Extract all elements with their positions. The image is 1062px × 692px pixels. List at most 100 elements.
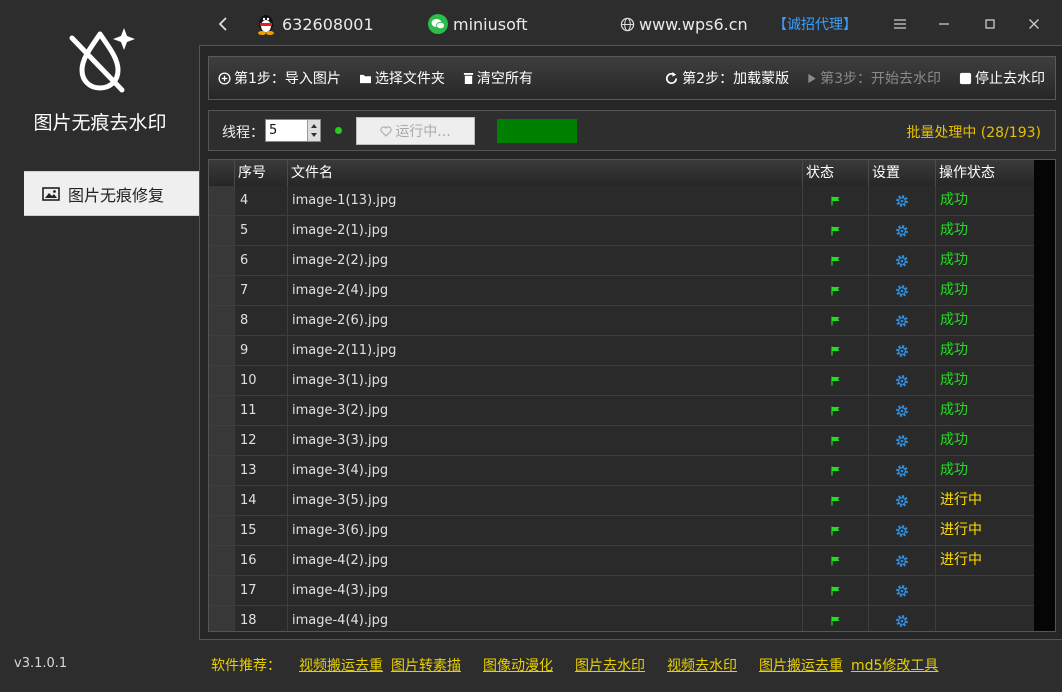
row-settings-button[interactable] [869,606,936,631]
gear-icon [896,584,908,597]
column-header-op-status[interactable]: 操作状态 [936,160,1036,186]
flag-icon [831,376,840,385]
start-remove-label: 第3步：开始去水印 [820,71,941,87]
row-filename: image-2(2).jpg [288,246,803,275]
thread-count-stepper[interactable]: 5 [265,119,321,142]
row-selector[interactable] [209,516,235,545]
row-selector[interactable] [209,396,235,425]
table-row[interactable]: 17 image-4(3).jpg [209,576,1036,606]
row-selector[interactable] [209,456,235,485]
qq-contact[interactable]: 632608001 [256,12,374,36]
wechat-contact[interactable]: miniusoft [428,12,528,36]
row-selector[interactable] [209,546,235,575]
row-selector[interactable] [209,576,235,605]
table-row[interactable]: 11 image-3(2).jpg 成功 [209,396,1036,426]
table-row[interactable]: 7 image-2(4).jpg 成功 [209,276,1036,306]
sidebar-item-image-repair[interactable]: 图片无痕修复 [24,171,201,216]
website-link[interactable]: www.wps6.cn [620,12,748,36]
select-folder-button[interactable]: 选择文件夹 [359,68,445,88]
row-settings-button[interactable] [869,246,936,275]
column-header-settings[interactable]: 设置 [869,160,936,186]
menu-button[interactable] [893,12,907,36]
close-button[interactable] [1028,12,1040,36]
row-op-status: 成功 [940,192,968,208]
stop-remove-button[interactable]: 停止去水印 [959,68,1045,88]
recommend-link-anime[interactable]: 图像动漫化 [483,655,553,675]
row-op-status: 成功 [940,222,968,238]
row-selector[interactable] [209,216,235,245]
table-row[interactable]: 8 image-2(6).jpg 成功 [209,306,1036,336]
flag-icon [831,556,840,565]
row-settings-button[interactable] [869,516,936,545]
row-selector[interactable] [209,186,235,215]
row-settings-button[interactable] [869,426,936,455]
import-images-button[interactable]: 第1步：导入图片 [218,68,341,88]
row-selector[interactable] [209,246,235,275]
maximize-button[interactable] [984,12,996,36]
gear-icon [896,284,908,297]
running-button[interactable]: 运行中... [356,117,475,145]
recommend-link-image-watermark[interactable]: 图片去水印 [575,655,645,675]
table-row[interactable]: 6 image-2(2).jpg 成功 [209,246,1036,276]
table-row[interactable]: 10 image-3(1).jpg 成功 [209,366,1036,396]
row-settings-button[interactable] [869,366,936,395]
row-number: 16 [235,546,288,575]
row-selector[interactable] [209,486,235,515]
table-row[interactable]: 18 image-4(4).jpg [209,606,1036,631]
table-row[interactable]: 5 image-2(1).jpg 成功 [209,216,1036,246]
load-mask-button[interactable]: 第2步：加载蒙版 [664,68,789,88]
stepper-arrows[interactable] [307,120,320,141]
running-indicator-dot [335,127,342,134]
table-row[interactable]: 12 image-3(3).jpg 成功 [209,426,1036,456]
row-op-status: 进行中 [940,522,982,538]
flag-icon [831,496,840,505]
vertical-scrollbar[interactable] [1034,160,1055,631]
row-settings-button[interactable] [869,486,936,515]
back-button[interactable] [218,12,234,36]
row-settings-button[interactable] [869,306,936,335]
row-settings-button[interactable] [869,336,936,365]
row-settings-button[interactable] [869,456,936,485]
column-header-status[interactable]: 状态 [803,160,869,186]
recommend-link-image-dedup[interactable]: 图片搬运去重 [759,655,843,675]
recommend-label: 软件推荐： [211,658,281,674]
row-settings-button[interactable] [869,396,936,425]
flag-icon [831,436,840,445]
clear-all-button[interactable]: 清空所有 [463,68,533,88]
column-header-no[interactable]: 序号 [235,160,288,186]
flag-icon [831,586,840,595]
close-icon [1029,19,1039,29]
recommend-link-sketch[interactable]: 图片转素描 [391,655,461,675]
column-header-filename[interactable]: 文件名 [288,160,803,186]
table-row[interactable]: 9 image-2(11).jpg 成功 [209,336,1036,366]
start-remove-button[interactable]: 第3步：开始去水印 [807,68,941,88]
row-settings-button[interactable] [869,276,936,305]
row-settings-button[interactable] [869,216,936,245]
agent-recruit-link[interactable]: 【诚招代理】 [773,12,857,36]
row-selector[interactable] [209,306,235,335]
table-row[interactable]: 14 image-3(5).jpg 进行中 [209,486,1036,516]
row-settings-button[interactable] [869,546,936,575]
row-selector[interactable] [209,276,235,305]
row-selector[interactable] [209,426,235,455]
row-settings-button[interactable] [869,576,936,605]
sidebar: 图片无痕去水印 图片无痕修复 v3.1.0.1 [0,0,201,692]
row-selector[interactable] [209,336,235,365]
row-status-cell [803,216,869,245]
table-row[interactable]: 16 image-4(2).jpg 进行中 [209,546,1036,576]
recommend-link-md5[interactable]: md5修改工具 [851,655,938,675]
minimize-button[interactable] [938,12,950,36]
table-row[interactable]: 4 image-1(13).jpg 成功 [209,186,1036,216]
recommend-link-video-dedup[interactable]: 视频搬运去重 [299,655,383,675]
row-op-status [936,606,1036,631]
table-row[interactable]: 15 image-3(6).jpg 进行中 [209,516,1036,546]
row-status-cell [803,576,869,605]
row-selector[interactable] [209,366,235,395]
flag-icon [831,286,840,295]
recommend-link-video-watermark[interactable]: 视频去水印 [667,655,737,675]
table-row[interactable]: 13 image-3(4).jpg 成功 [209,456,1036,486]
qq-number: 632608001 [282,14,374,34]
row-selector[interactable] [209,606,235,631]
website-url: www.wps6.cn [639,14,748,34]
row-settings-button[interactable] [869,186,936,215]
